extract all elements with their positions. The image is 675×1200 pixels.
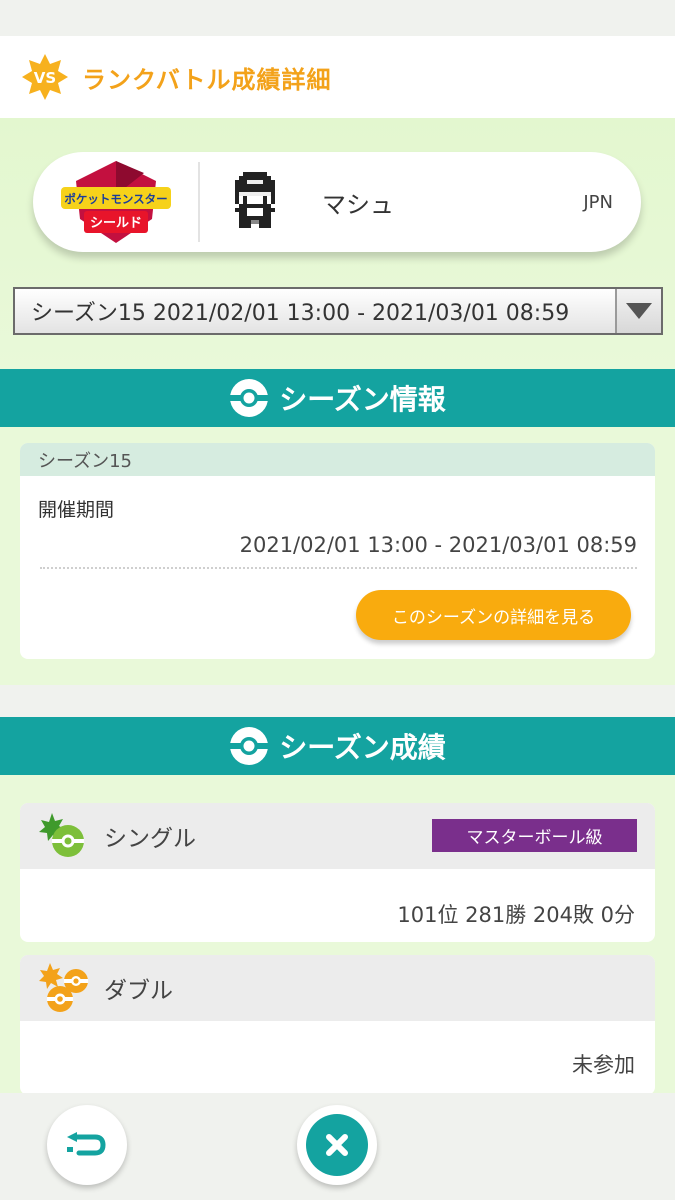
single-result-card: シングル マスターボール級 101位 281勝 204敗 0分	[20, 803, 655, 942]
single-result-head: シングル マスターボール級	[20, 803, 655, 869]
dropdown-arrow-icon[interactable]	[615, 289, 661, 333]
season-select-value[interactable]: シーズン15 2021/02/01 13:00 - 2021/03/01 08:…	[15, 295, 615, 327]
season-info-card: シーズン15 開催期間 2021/02/01 13:00 - 2021/03/0…	[20, 443, 655, 659]
player-profile-card: ポケットモンスター シールド マシュ JPN	[33, 152, 641, 252]
rank-badge: マスターボール級	[432, 819, 637, 852]
page-title: ランクバトル成績詳細	[82, 65, 332, 94]
section-title: シーズン情報	[279, 383, 446, 416]
svg-text:ポケットモンスター: ポケットモンスター	[64, 192, 167, 206]
dotted-divider	[40, 567, 637, 569]
game-logo: ポケットモンスター シールド	[33, 152, 198, 252]
back-button[interactable]	[47, 1105, 127, 1185]
season-name: シーズン15	[20, 443, 655, 476]
single-battle-icon	[39, 813, 84, 857]
svg-text:VS: VS	[34, 69, 56, 87]
pixel-trainer-avatar	[200, 152, 310, 252]
player-name: マシュ	[322, 190, 394, 219]
page-header: VS ランクバトル成績詳細	[0, 36, 675, 118]
season-info-header: シーズン情報	[0, 369, 675, 427]
double-result-value: 未参加	[572, 1053, 635, 1077]
double-result-card: ダブル 未参加	[20, 955, 655, 1095]
single-label: シングル	[104, 826, 196, 852]
double-battle-icon	[39, 963, 88, 1012]
back-arrow-icon	[67, 1132, 106, 1156]
pokeball-icon	[230, 727, 269, 765]
double-result-head: ダブル	[20, 955, 655, 1021]
pokeball-icon	[230, 379, 269, 417]
player-region: JPN	[583, 191, 613, 213]
vs-badge-icon: VS	[20, 52, 70, 102]
status-bar-area	[0, 0, 675, 36]
footer-bar	[0, 1093, 675, 1200]
season-select[interactable]: シーズン15 2021/02/01 13:00 - 2021/03/01 08:…	[13, 287, 663, 335]
period-value: 2021/02/01 13:00 - 2021/03/01 08:59	[239, 533, 637, 557]
period-label: 開催期間	[38, 499, 115, 521]
section-title: シーズン成績	[279, 731, 446, 764]
svg-text:シールド: シールド	[89, 216, 141, 231]
season-detail-button[interactable]: このシーズンの詳細を見る	[356, 590, 631, 640]
close-button[interactable]	[297, 1105, 377, 1185]
season-results-header: シーズン成績	[0, 717, 675, 775]
double-label: ダブル	[104, 978, 173, 1004]
single-result-value: 101位 281勝 204敗 0分	[397, 903, 635, 927]
close-icon	[306, 1114, 368, 1176]
